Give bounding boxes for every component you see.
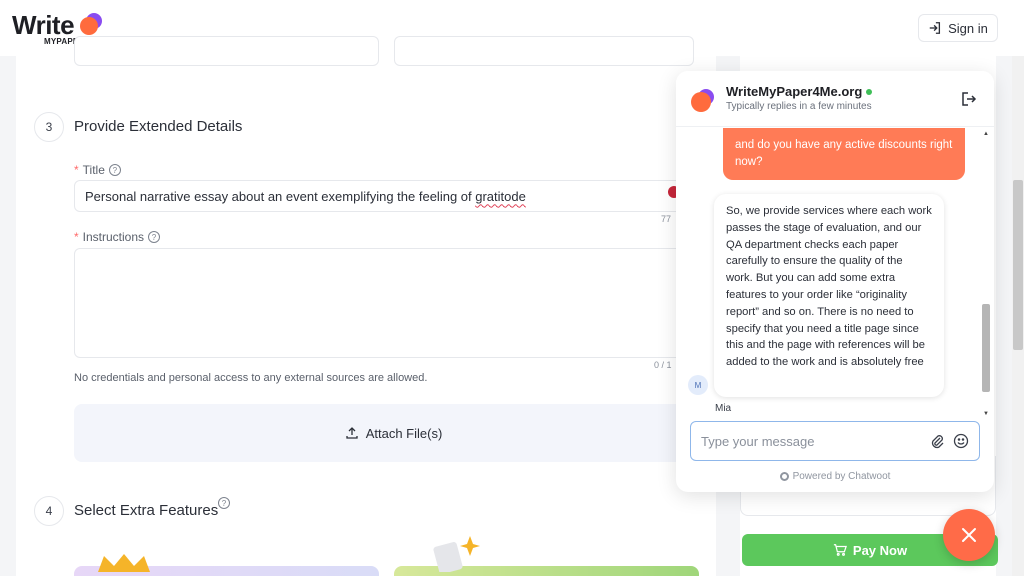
- chat-header: WriteMyPaper4Me.org Typically replies in…: [676, 71, 994, 127]
- instructions-label-text: Instructions: [82, 230, 145, 244]
- title-value: Personal narrative essay about an event …: [85, 188, 476, 204]
- exit-icon[interactable]: [961, 91, 977, 107]
- title-value-misspelled: gratitode: [475, 188, 526, 204]
- order-form: 3 Provide Extended Details * Title ? Per…: [16, 36, 716, 576]
- title-label-text: Title: [82, 163, 105, 177]
- title-input[interactable]: Personal narrative essay about an event …: [74, 180, 684, 212]
- sign-in-icon: [929, 22, 941, 34]
- chat-close-button[interactable]: [943, 509, 995, 561]
- document-sparkle-icon: [433, 536, 480, 572]
- step-4-title: Select Extra Features: [74, 502, 219, 519]
- chat-brand-avatar-icon: [691, 89, 714, 112]
- paperclip-icon[interactable]: [929, 433, 945, 449]
- outgoing-message: and do you have any active discounts rig…: [723, 128, 965, 180]
- upload-icon: [346, 427, 358, 439]
- scroll-down-arrow-icon[interactable]: ▼: [983, 411, 989, 417]
- sign-in-button[interactable]: Sign in: [918, 14, 998, 42]
- scroll-up-arrow-icon[interactable]: ▲: [983, 131, 989, 137]
- title-label: * Title ?: [74, 163, 121, 177]
- help-icon[interactable]: ?: [218, 497, 230, 509]
- step-3-title: Provide Extended Details: [74, 118, 243, 135]
- logo-mark-icon: [80, 13, 102, 35]
- chat-scrollbar[interactable]: ▲ ▼: [981, 128, 991, 420]
- pay-now-label: Pay Now: [852, 542, 908, 558]
- chat-widget: WriteMyPaper4Me.org Typically replies in…: [676, 71, 994, 492]
- step-3-number: 3: [34, 112, 64, 142]
- incoming-message: So, we provide services where each work …: [714, 194, 944, 397]
- page-scrollbar-thumb[interactable]: [1013, 180, 1023, 350]
- feature-card-1[interactable]: [74, 554, 379, 576]
- chatwoot-logo-icon: [779, 472, 789, 481]
- chat-messages: and do you have any active discounts rig…: [676, 128, 994, 418]
- title-char-counter: 77: [661, 214, 672, 224]
- powered-by-text: Powered by Chatwoot: [792, 471, 891, 482]
- attach-files-button[interactable]: Attach File(s): [74, 404, 714, 462]
- previous-field-right[interactable]: [394, 36, 694, 66]
- cart-icon: [833, 544, 847, 556]
- feature-card-2[interactable]: [394, 536, 699, 576]
- powered-by[interactable]: Powered by Chatwoot: [676, 471, 994, 482]
- previous-field-left[interactable]: [74, 36, 379, 66]
- sign-in-label: Sign in: [948, 20, 988, 36]
- agent-avatar: M: [688, 375, 708, 395]
- required-mark: *: [74, 163, 79, 177]
- required-mark: *: [74, 230, 79, 244]
- help-icon[interactable]: ?: [108, 164, 121, 176]
- step-4-number: 4: [34, 496, 64, 526]
- instructions-textarea[interactable]: [74, 248, 684, 358]
- instructions-label: * Instructions ?: [74, 230, 161, 244]
- agent-name: Mia: [715, 403, 732, 414]
- crown-icon: [98, 554, 150, 572]
- close-icon: [962, 528, 976, 542]
- emoji-icon[interactable]: [953, 433, 969, 449]
- chat-scrollbar-thumb[interactable]: [982, 304, 990, 392]
- chat-input-placeholder: Type your message: [701, 433, 815, 449]
- instructions-char-counter: 0 / 1: [654, 360, 672, 370]
- online-status-dot: [866, 88, 873, 95]
- chat-title: WriteMyPaper4Me.org: [726, 84, 873, 99]
- attach-files-label: Attach File(s): [365, 425, 443, 441]
- help-icon[interactable]: ?: [148, 231, 161, 243]
- chat-message-input[interactable]: Type your message: [690, 421, 980, 461]
- chat-reply-time: Typically replies in a few minutes: [726, 101, 872, 112]
- sources-note: No credentials and personal access to an…: [74, 372, 428, 384]
- chat-title-text: WriteMyPaper4Me.org: [726, 84, 863, 99]
